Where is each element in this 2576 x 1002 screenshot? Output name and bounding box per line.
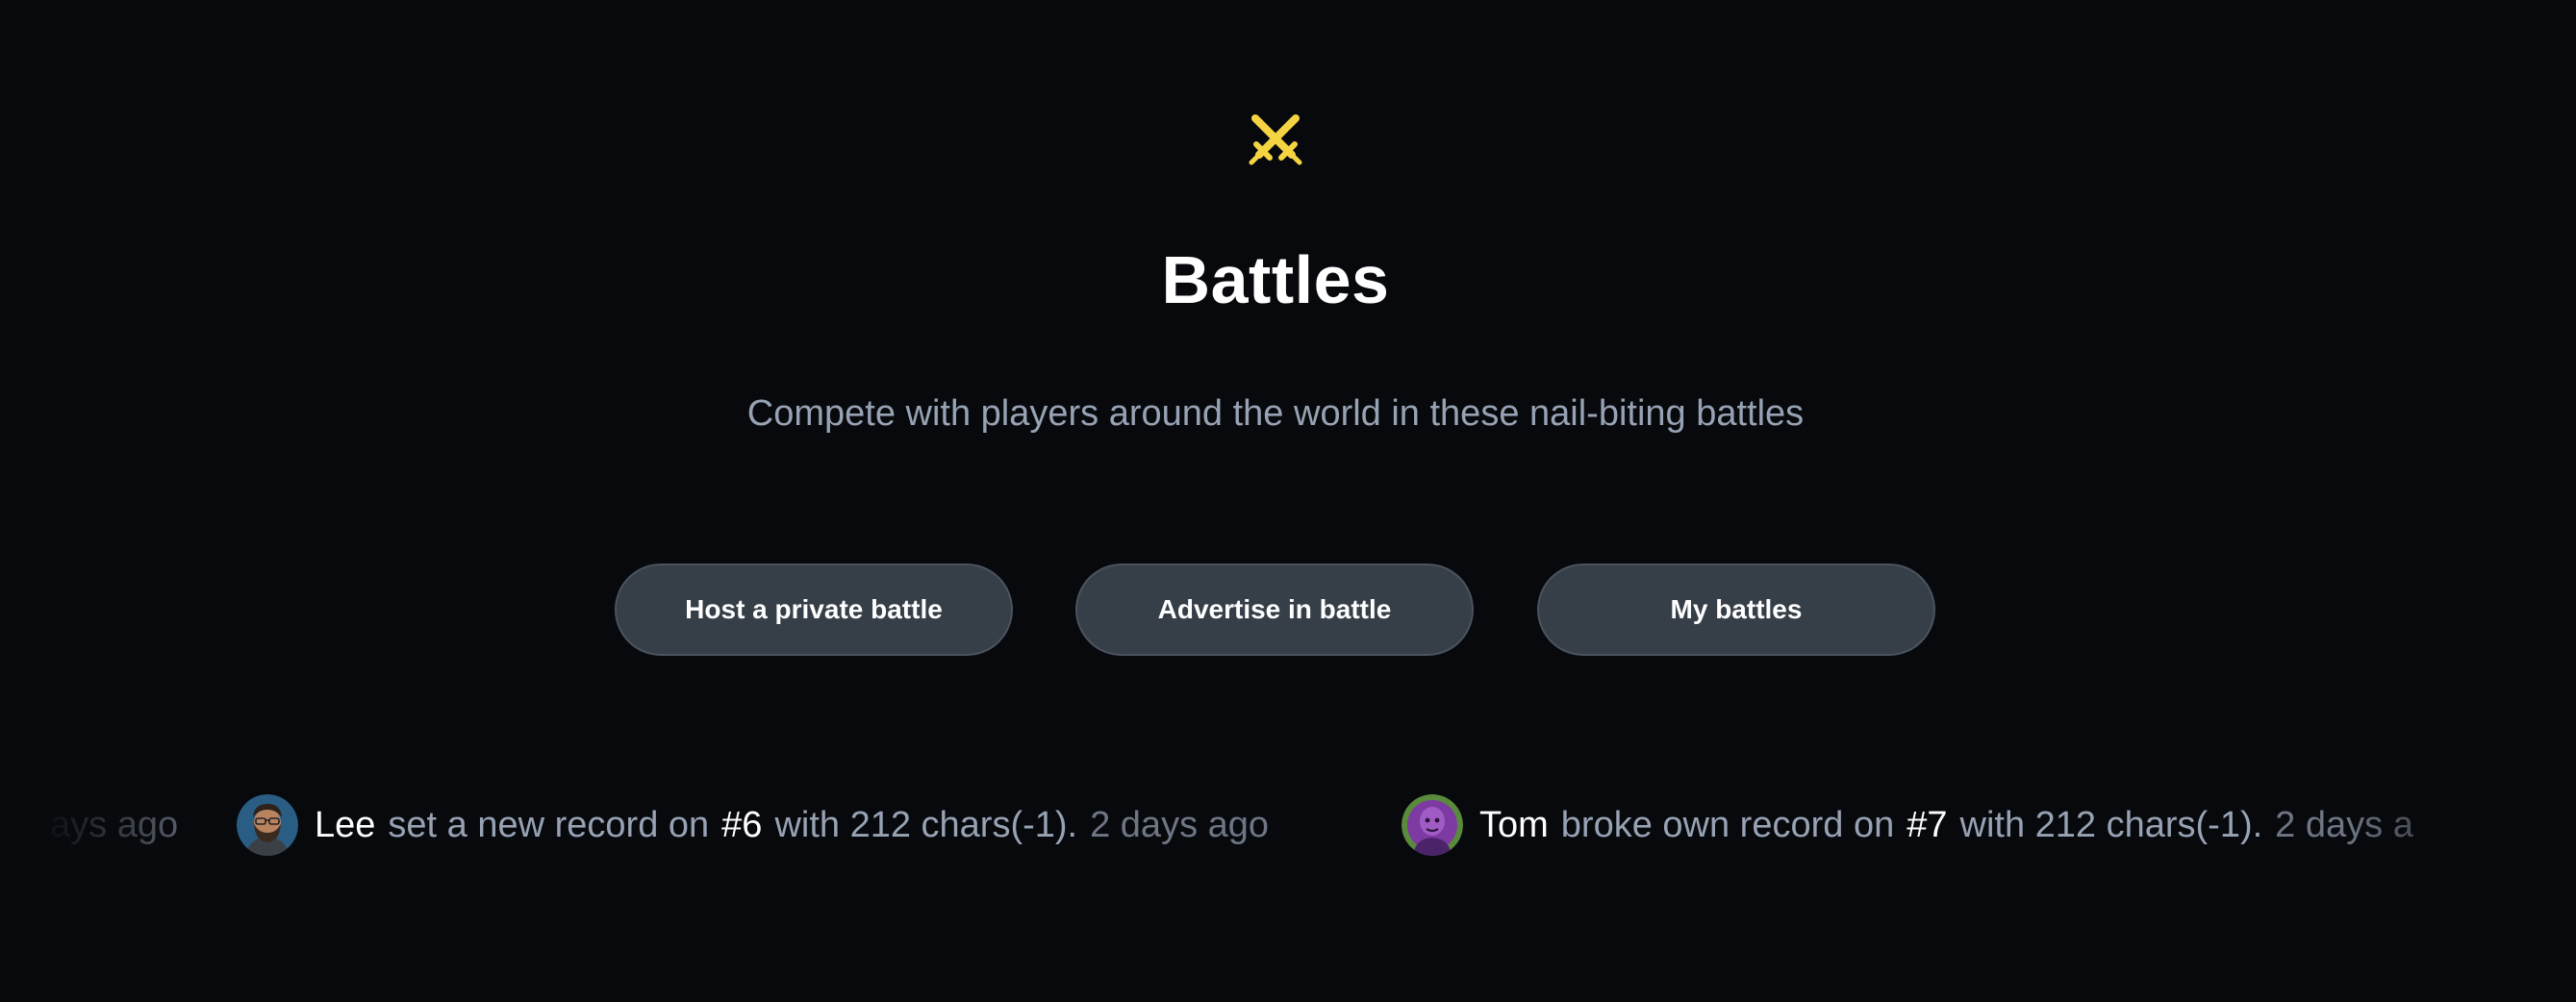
ticker-challenge-link[interactable]: #6 <box>721 790 762 860</box>
ticker-entry: Lee set a new record on #6 with 212 char… <box>237 790 1269 860</box>
battles-page: Battles Compete with players around the … <box>0 0 2576 1002</box>
my-battles-button[interactable]: My battles <box>1537 564 1935 656</box>
ticker-user-name[interactable]: Tom <box>1479 790 1549 860</box>
ticker-time-ago: 2 days a <box>2275 805 2413 845</box>
advertise-in-battle-button[interactable]: Advertise in battle <box>1075 564 1474 656</box>
ticker-action-text: broke own record on <box>1560 805 1895 845</box>
host-private-battle-button[interactable]: Host a private battle <box>615 564 1013 656</box>
page-subtitle: Compete with players around the world in… <box>746 393 1805 434</box>
ticker-action-text: set a new record on <box>388 805 710 845</box>
purple-portrait-avatar[interactable] <box>1402 794 1463 856</box>
ticker-time-ago: 2 days ago <box>1090 805 1270 845</box>
ticker-challenge-link[interactable]: #7 <box>1907 790 1947 860</box>
ticker-track: ays ago Lee set a new record on #6 with … <box>0 790 2576 860</box>
page-title: Battles <box>1161 242 1390 317</box>
crossed-swords-icon <box>1249 114 1302 165</box>
activity-ticker: ays ago Lee set a new record on #6 with … <box>0 790 2576 860</box>
ticker-entry: Tom broke own record on #7 with 212 char… <box>1402 790 2413 860</box>
ticker-chars-text: with 212 chars(-1). <box>1959 805 2263 845</box>
ticker-chars-text: with 212 chars(-1). <box>774 805 1078 845</box>
ticker-user-name[interactable]: Lee <box>315 790 375 860</box>
bearded-man-avatar[interactable] <box>237 794 298 856</box>
ticker-leading-fragment: ays ago <box>50 805 179 845</box>
